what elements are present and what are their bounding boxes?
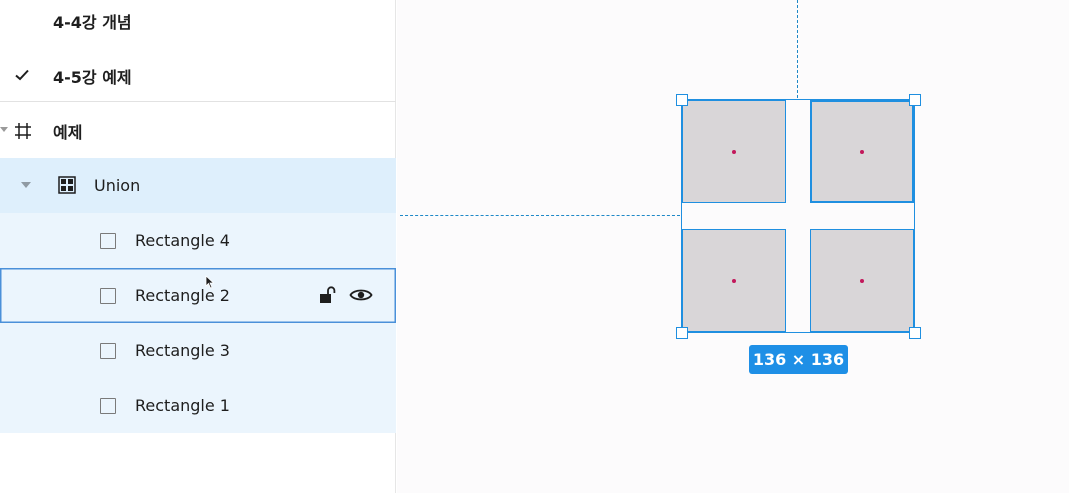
page-item-4-5[interactable]: 4-5강 예제 (0, 48, 396, 103)
selection-box[interactable] (681, 99, 915, 333)
layers-panel: 4-4강 개념 4-5강 예제 예제 Union Rectangle 4 Rec… (0, 0, 396, 493)
horizontal-guide (400, 215, 680, 216)
resize-handle-top-right[interactable] (909, 94, 921, 106)
rectangle-icon (100, 343, 116, 359)
rectangle-icon (100, 398, 116, 414)
checkmark-icon (15, 69, 29, 81)
layer-label: Rectangle 2 (135, 286, 230, 305)
page-item-label: 4-5강 예제 (53, 67, 132, 87)
eye-icon[interactable] (349, 286, 373, 304)
size-badge: 136 × 136 (749, 345, 848, 374)
layer-label: Rectangle 3 (135, 341, 230, 360)
vertical-guide (797, 0, 798, 98)
page-item-label: 4-4강 개념 (53, 12, 132, 32)
layer-union[interactable]: Union (0, 158, 396, 213)
resize-handle-bottom-right[interactable] (909, 327, 921, 339)
layer-frame[interactable]: 예제 (0, 103, 396, 158)
layer-label: Rectangle 4 (135, 231, 230, 250)
resize-handle-top-left[interactable] (676, 94, 688, 106)
rectangle-icon (100, 288, 116, 304)
caret-down-icon[interactable] (21, 182, 31, 188)
design-canvas[interactable]: 136 × 136 (397, 0, 1069, 493)
layer-rectangle-3[interactable]: Rectangle 3 (0, 323, 396, 378)
layer-label: Rectangle 1 (135, 396, 230, 415)
layer-label: 예제 (53, 122, 83, 142)
layer-rectangle-2[interactable]: Rectangle 2 (0, 268, 396, 323)
resize-handle-bottom-left[interactable] (676, 327, 688, 339)
caret-down-icon[interactable] (0, 127, 8, 132)
mouse-cursor-icon (205, 275, 215, 289)
page-item-4-4[interactable]: 4-4강 개념 (0, 0, 396, 48)
layer-label: Union (94, 176, 141, 195)
hash-frame-icon (15, 123, 31, 139)
layer-rectangle-1[interactable]: Rectangle 1 (0, 378, 396, 433)
rectangle-icon (100, 233, 116, 249)
divider (0, 101, 396, 102)
unlock-icon[interactable] (318, 285, 338, 305)
layer-rectangle-4[interactable]: Rectangle 4 (0, 213, 396, 268)
union-icon (58, 176, 76, 194)
